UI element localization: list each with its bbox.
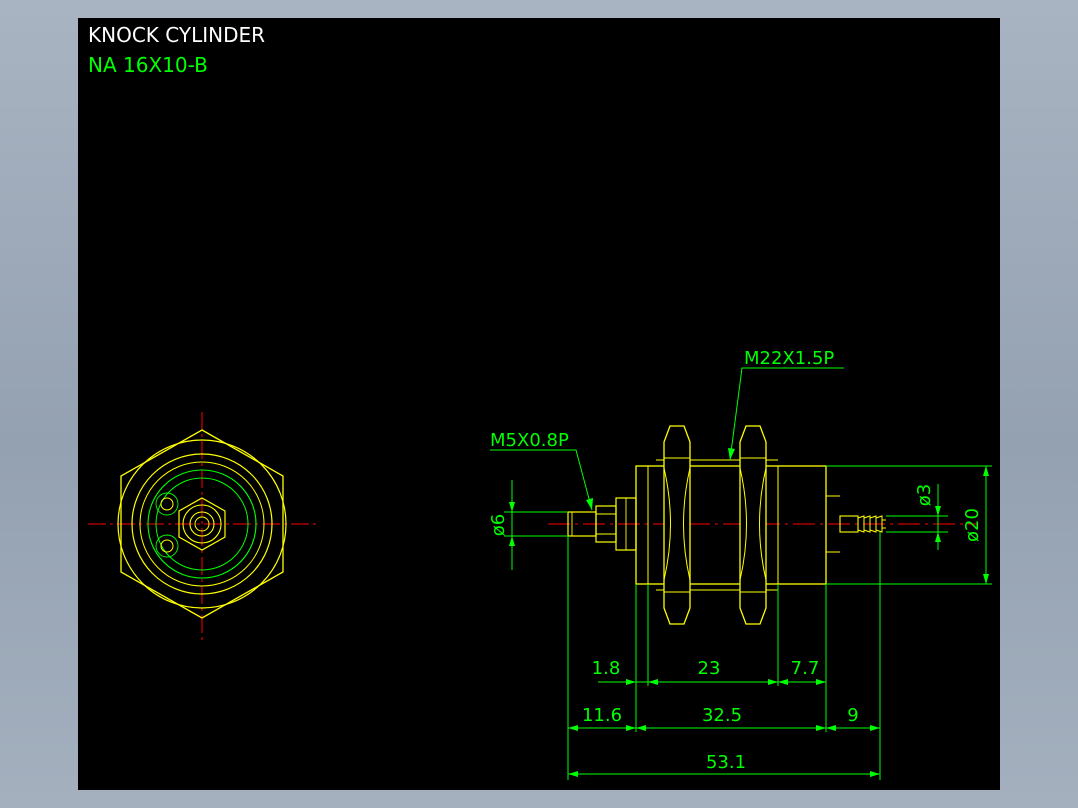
arrow-32-5-left	[636, 725, 646, 731]
arrow-9-left	[826, 725, 836, 731]
arrow-rod-bottom	[509, 536, 515, 546]
arrow-rod-top	[509, 502, 515, 512]
dim-23: 23	[698, 658, 721, 679]
end-view	[88, 412, 316, 640]
callout-body-thread: M22X1.5P	[744, 348, 834, 369]
arrow-9-right	[870, 725, 880, 731]
arrow-nozzle-top	[935, 506, 941, 516]
leader-port-thread	[490, 449, 593, 511]
arrow-1-8-left	[626, 679, 636, 685]
lock-nut-left	[663, 425, 691, 625]
drawing-canvas[interactable]: KNOCK CYLINDER NA 16X10-B M22X1.5P M5X0.…	[78, 18, 1000, 790]
arrow-body-top	[983, 466, 989, 476]
arrow-53-1-right	[870, 771, 880, 777]
dim-1-8: 1.8	[592, 658, 621, 679]
arrow-23-right	[768, 679, 778, 685]
arrow-11-6-left	[568, 725, 578, 731]
arrow-7-7-left	[778, 679, 788, 685]
port-ring-upper	[155, 492, 179, 516]
arrow-body-bottom	[983, 574, 989, 584]
dim-9: 9	[847, 705, 858, 726]
lock-nut-right	[739, 425, 767, 625]
dim-rod-diameter: ø6	[488, 514, 509, 536]
cad-drawing: KNOCK CYLINDER NA 16X10-B M22X1.5P M5X0.…	[88, 23, 992, 780]
callout-port-thread: M5X0.8P	[490, 430, 569, 451]
port-circle-upper	[160, 497, 174, 511]
drawing-title: KNOCK CYLINDER	[88, 23, 265, 47]
drawing-model: NA 16X10-B	[88, 53, 208, 77]
arrow-nozzle-bottom	[935, 532, 941, 542]
dim-body-diameter: ø20	[962, 508, 983, 542]
arrow-53-1-left	[568, 771, 578, 777]
dim-11-6: 11.6	[582, 705, 622, 726]
dim-7-7: 7.7	[791, 658, 820, 679]
arrow-7-7-right	[816, 679, 826, 685]
arrow-32-5-right	[816, 725, 826, 731]
side-view	[548, 425, 978, 625]
arrow-leader-port-thread	[586, 498, 593, 510]
arrow-11-6-right	[626, 725, 636, 731]
dim-nozzle-diameter: ø3	[914, 484, 935, 506]
dim-32-5: 32.5	[702, 705, 742, 726]
arrow-leader-body-thread	[728, 448, 735, 460]
port-circle-lower	[160, 539, 174, 553]
dim-53-1: 53.1	[706, 752, 746, 773]
arrow-1-8-right	[648, 679, 658, 685]
